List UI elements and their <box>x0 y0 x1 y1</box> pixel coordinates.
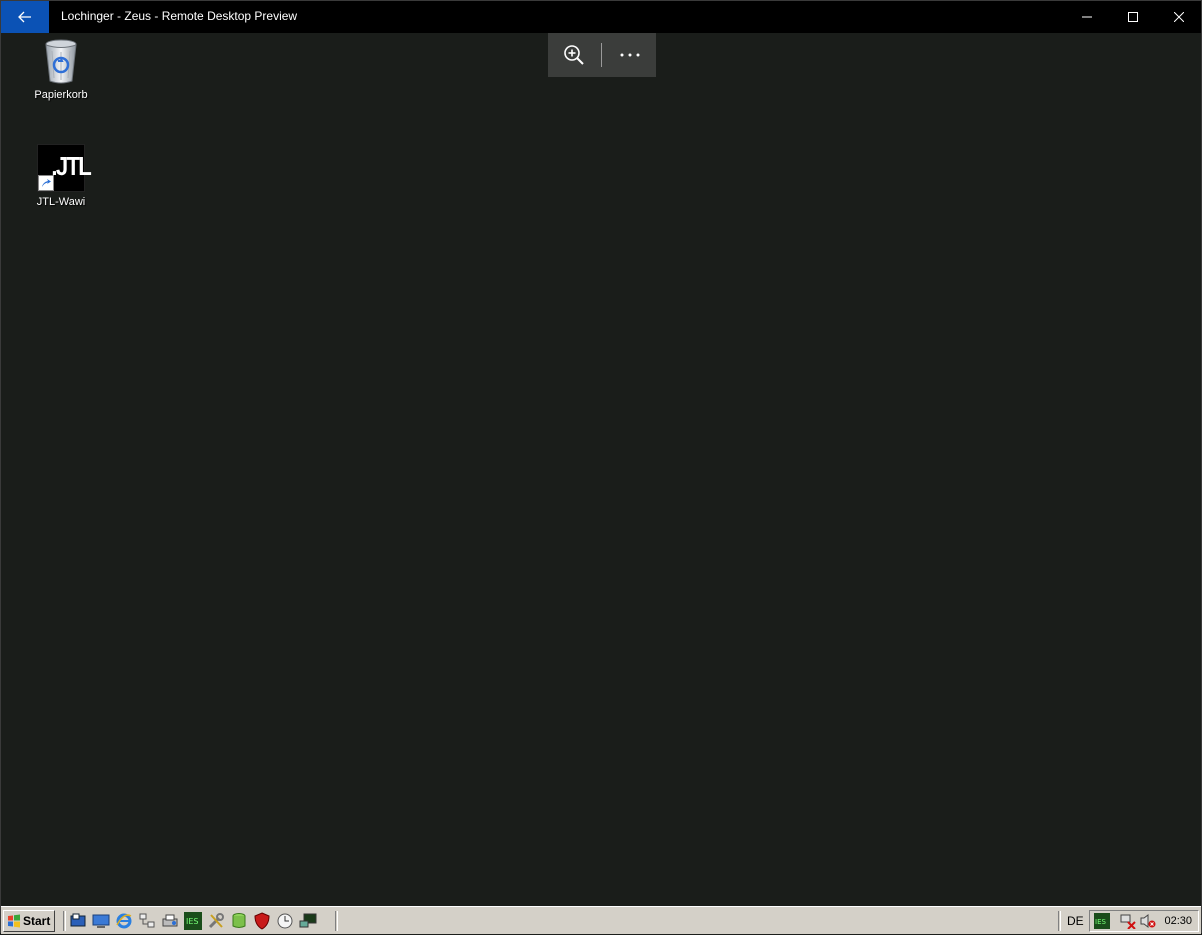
start-button[interactable]: Start <box>3 910 55 932</box>
shortcut-arrow-icon <box>38 175 54 191</box>
volume-muted-icon[interactable] <box>1140 913 1156 929</box>
toolbar-separator <box>601 43 602 67</box>
server-manager-icon[interactable] <box>92 912 110 930</box>
network-disconnected-icon[interactable] <box>1120 913 1136 930</box>
remote-desktop-area[interactable]: Papierkorb .JTL JTL-Wawi <box>1 33 1201 906</box>
toolbar-grip[interactable] <box>1058 911 1061 931</box>
connection-toolbar <box>548 33 656 77</box>
close-icon <box>1174 12 1184 22</box>
back-button[interactable] <box>1 1 49 33</box>
ies-tray-icon[interactable]: IES <box>1094 913 1110 929</box>
minimize-button[interactable] <box>1064 1 1110 33</box>
printer-icon[interactable] <box>161 912 179 930</box>
back-arrow-icon <box>18 11 31 23</box>
taskbar: Start IES DE IES 02:30 <box>1 906 1201 934</box>
windows-logo-icon <box>8 914 20 928</box>
jtl-logo-text: .JTL <box>51 151 91 181</box>
desktop-icon-label: JTL-Wawi <box>36 196 86 208</box>
minimize-icon <box>1082 16 1092 18</box>
svg-text:IES: IES <box>1095 918 1106 926</box>
window-title: Lochinger - Zeus - Remote Desktop Previe… <box>61 9 298 23</box>
recycle-bin-icon <box>37 37 85 85</box>
zoom-in-icon <box>564 45 584 65</box>
network-icon[interactable] <box>138 912 156 930</box>
close-button[interactable] <box>1156 1 1202 33</box>
tools-icon[interactable] <box>207 912 225 930</box>
database-icon[interactable] <box>230 912 248 930</box>
toolbar-grip[interactable] <box>335 911 338 931</box>
maximize-button[interactable] <box>1110 1 1156 33</box>
antivirus-icon[interactable] <box>253 912 271 930</box>
maximize-icon <box>1128 12 1138 22</box>
remote-icon[interactable] <box>299 912 317 930</box>
more-icon <box>620 53 640 57</box>
svg-text:IES: IES <box>186 917 199 926</box>
zoom-button[interactable] <box>556 39 592 71</box>
jtl-wawi-icon: .JTL <box>37 144 92 192</box>
remote-desktop-window: Lochinger - Zeus - Remote Desktop Previe… <box>0 0 1202 934</box>
system-tray: IES 02:30 <box>1089 910 1199 932</box>
more-options-button[interactable] <box>610 39 650 71</box>
start-label: Start <box>23 914 51 928</box>
quick-launch-bar: IES <box>69 912 317 930</box>
desktop-icon-recycle-bin[interactable]: Papierkorb <box>25 37 97 101</box>
ies-icon[interactable]: IES <box>184 912 202 930</box>
clock-icon[interactable] <box>276 912 294 930</box>
title-bar: Lochinger - Zeus - Remote Desktop Previe… <box>1 1 1201 33</box>
desktop-icon-jtl-wawi[interactable]: .JTL JTL-Wawi <box>25 144 97 208</box>
taskbar-clock[interactable]: 02:30 <box>1164 915 1192 927</box>
toolbar-grip[interactable] <box>63 911 66 931</box>
desktop-icon-label: Papierkorb <box>34 89 88 101</box>
show-desktop-icon[interactable] <box>69 912 87 930</box>
internet-explorer-icon[interactable] <box>115 912 133 930</box>
language-indicator[interactable]: DE <box>1067 914 1084 928</box>
